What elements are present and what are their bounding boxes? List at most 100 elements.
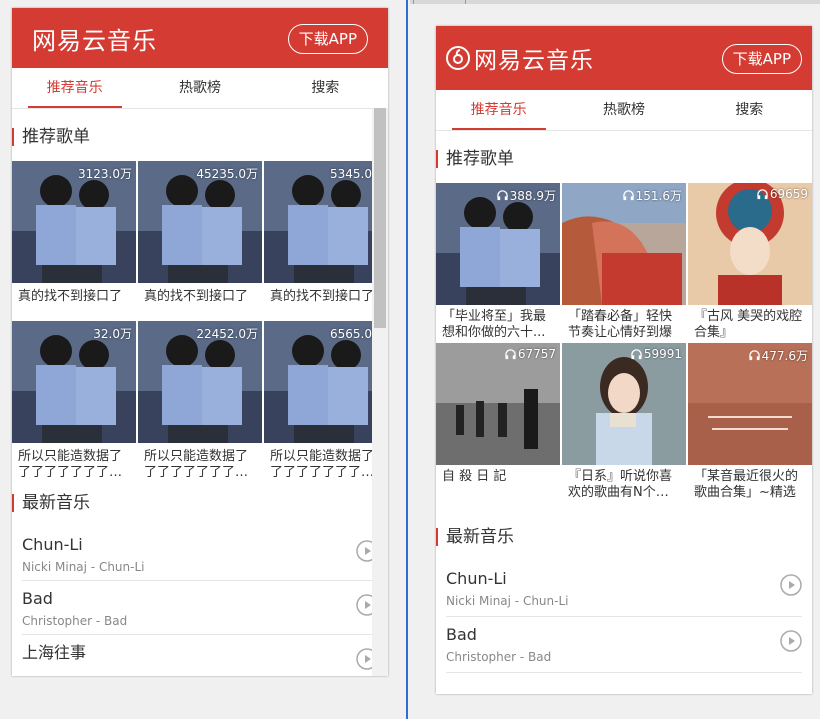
playlist-card[interactable]: 22452.0万所以只能造数据了了了了了了了了了... — [138, 321, 262, 479]
devtools-divider[interactable] — [406, 0, 408, 719]
song-artist: Nicki Minaj - Chun-Li — [22, 560, 145, 574]
play-icon[interactable] — [780, 630, 802, 652]
browser-top-strip — [410, 0, 820, 4]
left-phone-frame: 网易云音乐 下载APP 推荐音乐 热歌榜 搜索 推荐歌单 3123.0万 真的找不… — [12, 8, 388, 676]
playlist-cover: 3123.0万 — [12, 161, 136, 283]
play-count: 151.6万 — [622, 187, 682, 204]
playlist-title: 「某音最近很火的歌曲合集」~精选 — [694, 469, 799, 500]
play-count-value: 69659 — [769, 187, 808, 201]
app-logo[interactable]: 网易云音乐 — [32, 8, 157, 68]
download-app-button[interactable]: 下载APP — [287, 24, 368, 54]
cover-image — [688, 183, 812, 305]
play-count: 3123.0万 — [78, 167, 132, 181]
song-name: Bad — [22, 589, 53, 608]
playlist-cover: 45235.0万 — [138, 161, 262, 283]
app-name: 网易云音乐 — [474, 48, 594, 74]
tab-recommend[interactable]: 推荐音乐 — [12, 68, 137, 108]
playlist-cover: 6565.0万 — [264, 321, 388, 443]
play-count-value: 151.6万 — [635, 189, 682, 203]
download-app-button[interactable]: 下载APP — [721, 44, 802, 74]
playlist-title: 所以只能造数据了了了了了了了了了... — [18, 449, 123, 479]
headphones-icon — [748, 350, 760, 361]
playlist-title: 真的找不到接口了 — [144, 289, 249, 304]
playlist-card[interactable]: 5345.0万真的找不到接口了 — [264, 161, 388, 319]
song-item[interactable]: Chun-Li Nicki Minaj - Chun-Li — [22, 527, 378, 581]
song-list: Chun-Li Nicki Minaj - Chun-Li Bad Christop… — [436, 561, 812, 673]
playlist-title: 真的找不到接口了 — [270, 289, 375, 304]
song-list: Chun-Li Nicki Minaj - Chun-Li Bad Christop… — [12, 527, 388, 676]
playlist-card[interactable]: 45235.0万真的找不到接口了 — [138, 161, 262, 319]
play-count: 69659 — [757, 187, 808, 201]
playlist-title: 「毕业将至」我最想和你做的六十... — [442, 309, 547, 340]
app-logo[interactable]: 网易云音乐 — [446, 26, 594, 90]
playlist-cover: 388.9万 — [436, 183, 560, 305]
playlist-cover: 5345.0万 — [264, 161, 388, 283]
playlist-title: 真的找不到接口了 — [18, 289, 123, 304]
playlist-title: 所以只能造数据了了了了了了了了了... — [144, 449, 249, 479]
playlist-card[interactable]: 6565.0万所以只能造数据了了了了了了了了了... — [264, 321, 388, 479]
song-artist: Nicki Minaj - Chun-Li — [446, 594, 569, 608]
tab-search[interactable]: 搜索 — [263, 68, 388, 108]
song-item[interactable]: 上海往事 — [22, 635, 378, 676]
playlist-grid: 3123.0万真的找不到接口了 45235.0万真的找不到接口了 5345.0万… — [12, 161, 388, 479]
playlist-card[interactable]: 388.9万「毕业将至」我最想和你做的六十... — [436, 183, 560, 341]
play-count: 59991 — [631, 347, 682, 361]
tab-search[interactable]: 搜索 — [687, 90, 812, 130]
netease-music-logo-icon — [446, 46, 470, 70]
cover-image — [436, 343, 560, 465]
song-item[interactable]: Bad Christopher - Bad — [446, 617, 802, 673]
song-artist: Christopher - Bad — [446, 650, 552, 664]
song-item[interactable]: Bad Christopher - Bad — [22, 581, 378, 635]
section-new-music-title: 最新音乐 — [12, 493, 388, 513]
playlist-cover: 477.6万 — [688, 343, 812, 465]
section-playlists-title: 推荐歌单 — [436, 149, 812, 169]
tab-bar: 推荐音乐 热歌榜 搜索 — [12, 68, 388, 109]
song-name: Chun-Li — [22, 535, 83, 554]
playlist-card[interactable]: 3123.0万真的找不到接口了 — [12, 161, 136, 319]
tab-recommend[interactable]: 推荐音乐 — [436, 90, 561, 130]
play-count: 477.6万 — [748, 347, 808, 364]
app-header: 网易云音乐 下载APP — [12, 8, 388, 68]
headphones-icon — [622, 190, 634, 201]
play-count-value: 477.6万 — [761, 349, 808, 363]
play-icon[interactable] — [780, 574, 802, 596]
song-name: Chun-Li — [446, 569, 507, 588]
playlist-title: 『古风 美哭的戏腔合集』 — [694, 309, 803, 340]
song-name: 上海往事 — [22, 643, 87, 662]
play-count: 45235.0万 — [196, 167, 258, 181]
song-item[interactable]: Chun-Li Nicki Minaj - Chun-Li — [446, 561, 802, 617]
playlist-title: 自 殺 日 記 — [442, 469, 507, 484]
playlist-card[interactable]: 67757 自 殺 日 記 — [436, 343, 560, 501]
scrollbar-thumb[interactable] — [374, 108, 386, 328]
headphones-icon — [505, 348, 516, 359]
play-count: 32.0万 — [93, 327, 132, 341]
play-count-value: 388.9万 — [509, 189, 556, 203]
play-count-value: 59991 — [643, 347, 682, 361]
right-phone-frame: 网易云音乐 下载APP 推荐音乐 热歌榜 搜索 推荐歌单 388.9万「毕业将至… — [436, 26, 812, 694]
playlist-card[interactable]: 477.6万「某音最近很火的歌曲合集」~精选 — [688, 343, 812, 501]
app-header: 网易云音乐 下载APP — [436, 26, 812, 90]
cover-image — [562, 343, 686, 465]
playlist-cover: 151.6万 — [562, 183, 686, 305]
song-name: Bad — [446, 625, 477, 644]
tab-hot-songs[interactable]: 热歌榜 — [561, 90, 686, 130]
playlist-cover: 32.0万 — [12, 321, 136, 443]
playlist-cover: 67757 — [436, 343, 560, 465]
playlist-title: 『日系』听说你喜欢的歌曲有N个版... — [568, 469, 673, 500]
playlist-cover: 59991 — [562, 343, 686, 465]
play-count: 67757 — [505, 347, 556, 361]
playlist-title: 「踏春必备」轻快节奏让心情好到爆 — [568, 309, 673, 340]
playlist-card[interactable]: 151.6万「踏春必备」轻快节奏让心情好到爆 — [562, 183, 686, 341]
tab-hot-songs[interactable]: 热歌榜 — [137, 68, 262, 108]
playlist-cover: 69659 — [688, 183, 812, 305]
playlist-card[interactable]: 59991 『日系』听说你喜欢的歌曲有N个版... — [562, 343, 686, 501]
headphones-icon — [496, 190, 508, 201]
playlist-card[interactable]: 69659 『古风 美哭的戏腔合集』 — [688, 183, 812, 341]
playlist-card[interactable]: 32.0万所以只能造数据了了了了了了了了了... — [12, 321, 136, 479]
playlist-cover: 22452.0万 — [138, 321, 262, 443]
playlist-grid: 388.9万「毕业将至」我最想和你做的六十... 151.6万「踏春必备」轻快节… — [436, 183, 812, 501]
song-artist: Christopher - Bad — [22, 614, 128, 628]
section-new-music-title: 最新音乐 — [436, 527, 812, 547]
app-name: 网易云音乐 — [32, 26, 157, 55]
playlist-title: 所以只能造数据了了了了了了了了了... — [270, 449, 375, 479]
